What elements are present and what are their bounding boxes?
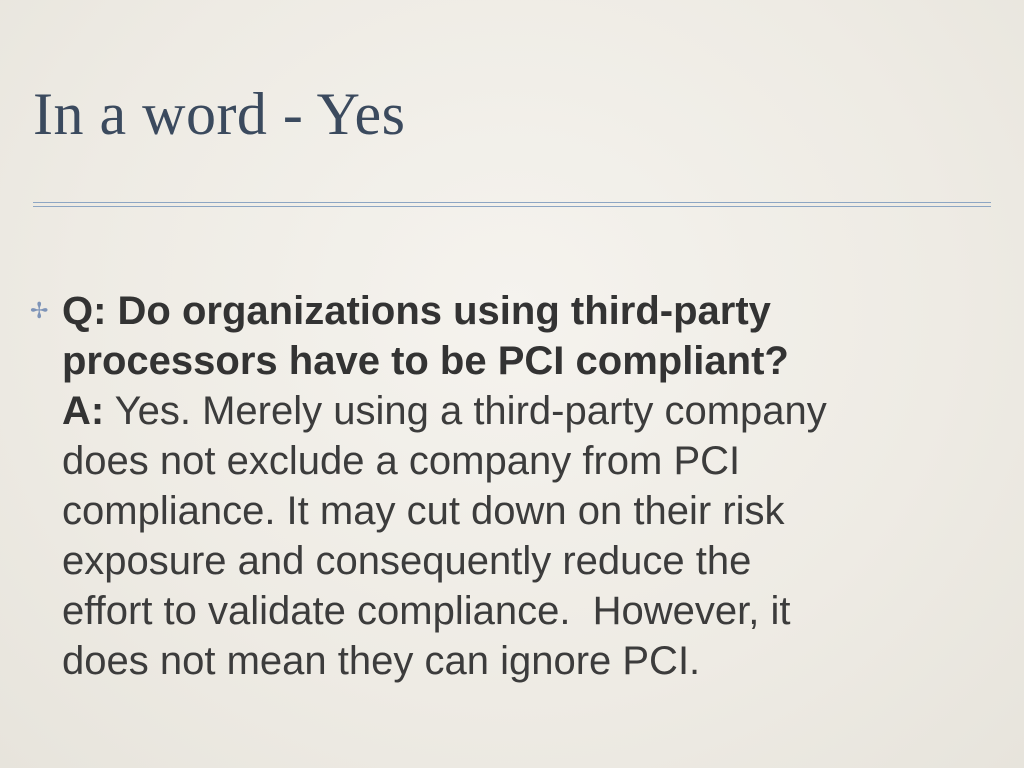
answer-line: does not exclude a company from PCI [62, 439, 741, 483]
title-divider-bottom [33, 206, 991, 207]
answer-line: exposure and consequently reduce the [62, 539, 752, 583]
question-line: processors have to be PCI compliant? [62, 339, 789, 383]
answer-label: A: [62, 389, 105, 433]
answer-line: compliance. It may cut down on their ris… [62, 489, 785, 533]
answer-line: does not mean they can ignore PCI. [62, 639, 701, 683]
slide-title: In a word - Yes [33, 81, 406, 147]
answer-line: effort to validate compliance. However, … [62, 589, 791, 633]
flower-bullet-icon: ✢ [30, 298, 49, 323]
answer-text: Yes. Merely using a third-party company [104, 389, 827, 433]
title-divider-top [33, 202, 991, 203]
answer-line: A: Yes. Merely using a third-party compa… [62, 386, 990, 436]
bullet-item: ✢ Q: Do organizations using third-party … [30, 286, 990, 686]
question-line: Q: Do organizations using third-party [62, 289, 771, 333]
bullet-list: ✢ Q: Do organizations using third-party … [30, 286, 990, 686]
